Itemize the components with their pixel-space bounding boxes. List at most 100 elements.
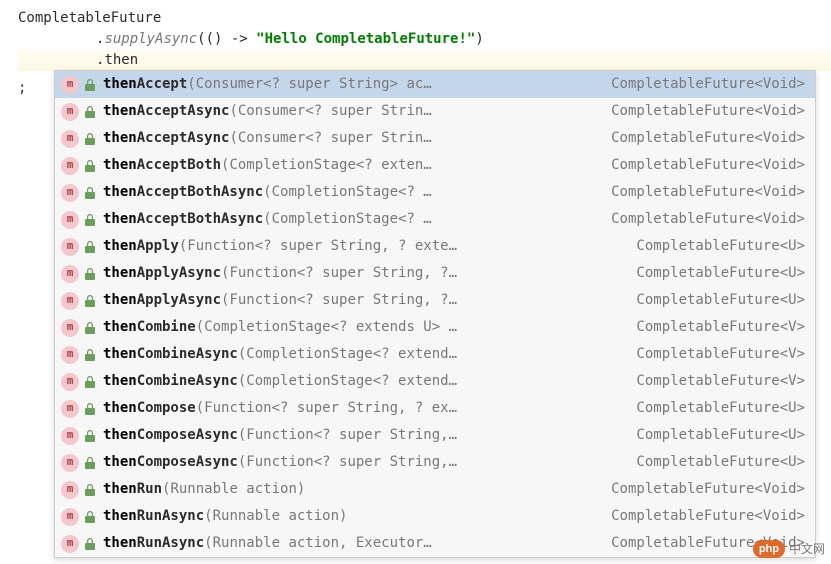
method-icon: m (61, 76, 79, 94)
method-icon: m (61, 535, 79, 553)
return-type: CompletableFuture<Void> (611, 209, 805, 230)
code-line-1: CompletableFuture (18, 8, 831, 29)
completion-label: thenAcceptAsync(Consumer<? super Strin… (103, 101, 432, 122)
completion-item[interactable]: m thenAccept(Consumer<? super String> ac…… (55, 71, 815, 98)
typed-text: then (104, 52, 138, 68)
completion-item[interactable]: m thenAcceptAsync(Consumer<? super Strin…… (55, 125, 815, 152)
completion-item[interactable]: m thenApplyAsync(Function<? super String,… (55, 287, 815, 314)
method-icon: m (61, 292, 79, 310)
completion-item[interactable]: m thenAcceptAsync(Consumer<? super Strin…… (55, 98, 815, 125)
code-editor[interactable]: CompletableFuture .supplyAsync(() -> "He… (0, 0, 831, 71)
type-name: CompletableFuture (18, 10, 161, 26)
method-icon: m (61, 184, 79, 202)
completion-label: thenComposeAsync(Function<? super String… (103, 452, 457, 473)
completion-item[interactable]: m thenAcceptBothAsync(CompletionStage<? …… (55, 179, 815, 206)
completion-label: thenCompose(Function<? super String, ? e… (103, 398, 457, 419)
return-type: CompletableFuture<Void> (611, 74, 805, 95)
completion-item[interactable]: m thenComposeAsync(Function<? super Strin… (55, 422, 815, 449)
lock-icon (83, 106, 97, 118)
completion-label: thenAcceptBothAsync(CompletionStage<? … (103, 209, 432, 230)
return-type: CompletableFuture<U> (636, 452, 805, 473)
lock-icon (83, 430, 97, 442)
return-type: CompletableFuture<U> (636, 263, 805, 284)
method-call: supplyAsync (104, 31, 197, 47)
completion-item[interactable]: m thenComposeAsync(Function<? super Strin… (55, 449, 815, 476)
method-icon: m (61, 427, 79, 445)
method-icon: m (61, 454, 79, 472)
lock-icon (83, 160, 97, 172)
code-line-3-active: .then (18, 50, 831, 71)
completion-label: thenCombineAsync(CompletionStage<? exten… (103, 371, 457, 392)
lock-icon (83, 349, 97, 361)
string-literal: "Hello CompletableFuture!" (256, 31, 475, 47)
completion-item[interactable]: m thenRun(Runnable action) CompletableFutu… (55, 476, 815, 503)
completion-label: thenApplyAsync(Function<? super String, … (103, 290, 457, 311)
code-line-2: .supplyAsync(() -> "Hello CompletableFut… (18, 29, 831, 50)
return-type: CompletableFuture<U> (636, 236, 805, 257)
return-type: CompletableFuture<V> (636, 371, 805, 392)
method-icon: m (61, 373, 79, 391)
return-type: CompletableFuture<Void> (611, 128, 805, 149)
completion-label: thenCombineAsync(CompletionStage<? exten… (103, 344, 457, 365)
return-type: CompletableFuture<U> (636, 398, 805, 419)
completion-label: thenComposeAsync(Function<? super String… (103, 425, 457, 446)
return-type: CompletableFuture<V> (636, 344, 805, 365)
return-type: CompletableFuture<Void> (611, 506, 805, 527)
lock-icon (83, 79, 97, 91)
completion-label: thenApplyAsync(Function<? super String, … (103, 263, 457, 284)
lock-icon (83, 241, 97, 253)
method-icon: m (61, 319, 79, 337)
completion-item[interactable]: m thenApply(Function<? super String, ? ex… (55, 233, 815, 260)
method-icon: m (61, 103, 79, 121)
lock-icon (83, 484, 97, 496)
lock-icon (83, 295, 97, 307)
lock-icon (83, 322, 97, 334)
completion-item[interactable]: m thenAcceptBothAsync(CompletionStage<? …… (55, 206, 815, 233)
completion-item[interactable]: m thenCombine(CompletionStage<? extends U… (55, 314, 815, 341)
method-icon: m (61, 400, 79, 418)
return-type: CompletableFuture<V> (636, 317, 805, 338)
method-icon: m (61, 481, 79, 499)
watermark-text: 中文网 (789, 540, 825, 558)
completion-label: thenAcceptBoth(CompletionStage<? exten… (103, 155, 432, 176)
completion-item[interactable]: mthenRunAsync(Runnable action)Completabl… (55, 503, 815, 530)
statement-terminator: ; (18, 78, 26, 99)
method-icon: m (61, 157, 79, 175)
completion-item[interactable]: m thenAcceptBoth(CompletionStage<? exten…… (55, 152, 815, 179)
autocomplete-popup[interactable]: m thenAccept(Consumer<? super String> ac…… (54, 70, 816, 558)
return-type: CompletableFuture<U> (636, 425, 805, 446)
completion-label: thenCombine(CompletionStage<? extends U>… (103, 317, 457, 338)
completion-label: thenAcceptAsync(Consumer<? super Strin… (103, 128, 432, 149)
completion-item[interactable]: mthenRunAsync(Runnable action, Executor…… (55, 530, 815, 557)
completion-item[interactable]: m thenCombineAsync(CompletionStage<? exte… (55, 368, 815, 395)
method-icon: m (61, 130, 79, 148)
method-icon: m (61, 211, 79, 229)
php-badge: php (753, 540, 785, 559)
method-icon: m (61, 238, 79, 256)
method-icon: m (61, 265, 79, 283)
lock-icon (83, 187, 97, 199)
completion-label: thenAccept(Consumer<? super String> ac… (103, 74, 432, 95)
completion-label: thenRun(Runnable action) (103, 479, 305, 500)
return-type: CompletableFuture<Void> (611, 479, 805, 500)
lock-icon (83, 133, 97, 145)
lock-icon (83, 538, 97, 550)
lock-icon (83, 268, 97, 280)
lock-icon (83, 376, 97, 388)
lock-icon (83, 511, 97, 523)
completion-item[interactable]: m thenApplyAsync(Function<? super String,… (55, 260, 815, 287)
completion-item[interactable]: m thenCompose(Function<? super String, ? … (55, 395, 815, 422)
method-icon: m (61, 346, 79, 364)
lock-icon (83, 214, 97, 226)
completion-label: thenAcceptBothAsync(CompletionStage<? … (103, 182, 432, 203)
watermark: php 中文网 (753, 540, 825, 559)
completion-item[interactable]: m thenCombineAsync(CompletionStage<? exte… (55, 341, 815, 368)
lock-icon (83, 403, 97, 415)
return-type: CompletableFuture<U> (636, 290, 805, 311)
return-type: CompletableFuture<Void> (611, 155, 805, 176)
method-icon: m (61, 508, 79, 526)
return-type: CompletableFuture<Void> (611, 182, 805, 203)
lock-icon (83, 457, 97, 469)
return-type: CompletableFuture<Void> (611, 101, 805, 122)
completion-label: thenApply(Function<? super String, ? ext… (103, 236, 457, 257)
